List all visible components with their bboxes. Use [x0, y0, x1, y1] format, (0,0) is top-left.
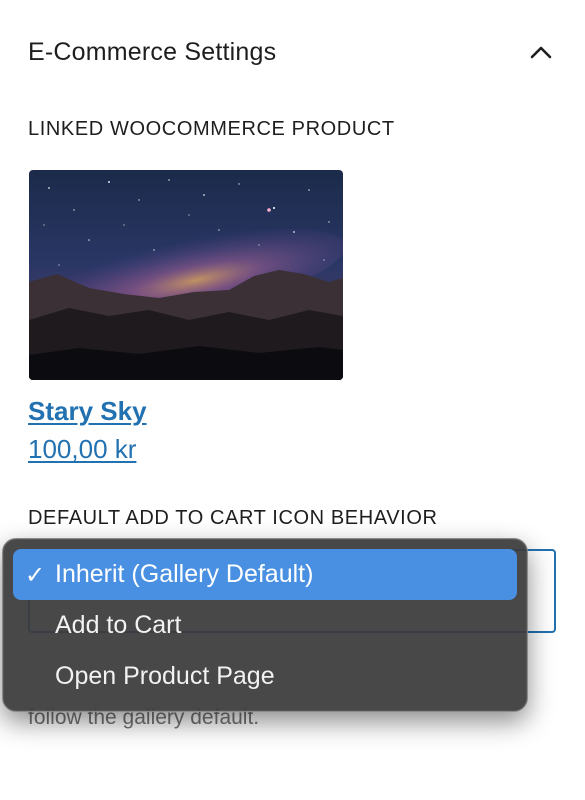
dropdown-option-label: Add to Cart [55, 611, 182, 639]
product-image[interactable] [29, 170, 343, 380]
panel-header[interactable]: E-Commerce Settings [28, 30, 558, 74]
add-to-cart-behavior-dropdown: ✓ Inherit (Gallery Default) Add to Cart … [2, 538, 528, 712]
dropdown-option-open-product-page[interactable]: Open Product Page [13, 651, 517, 702]
dropdown-option-label: Open Product Page [55, 662, 275, 690]
ecommerce-settings-panel: E-Commerce Settings LINKED WOOCOMMERCE P… [0, 0, 585, 800]
dropdown-option-add-to-cart[interactable]: Add to Cart [13, 600, 517, 651]
product-price-link[interactable]: 100,00 kr [28, 434, 136, 465]
linked-product-label: LINKED WOOCOMMERCE PRODUCT [28, 118, 395, 140]
dropdown-option-inherit[interactable]: ✓ Inherit (Gallery Default) [13, 549, 517, 600]
product-name-link[interactable]: Stary Sky [28, 396, 147, 427]
chevron-up-icon[interactable] [524, 35, 558, 69]
checkmark-icon: ✓ [25, 560, 46, 589]
dropdown-option-label: Inherit (Gallery Default) [55, 560, 314, 588]
add-to-cart-behavior-label: DEFAULT ADD TO CART ICON BEHAVIOR [28, 507, 438, 529]
panel-title: E-Commerce Settings [28, 37, 277, 66]
